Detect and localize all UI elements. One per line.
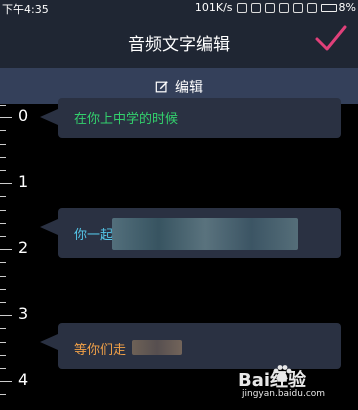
ruler-tick-minor (0, 289, 6, 290)
ruler-tick-major (0, 117, 12, 118)
battery-icon (320, 3, 337, 12)
ruler-tick-minor (0, 355, 6, 356)
ruler-tick-major (0, 381, 12, 382)
ruler-tick-minor (0, 144, 6, 145)
ruler-tick-minor (0, 170, 6, 171)
caption-text: 在你上中学的时候 (74, 112, 179, 127)
watermark-url: jingyan.baidu.com (242, 389, 326, 399)
battery-percent: 8% (338, 1, 356, 14)
ruler-tick-minor (0, 394, 6, 395)
signal-icon-2 (292, 2, 303, 13)
ruler-label: 3 (18, 304, 29, 323)
ruler-label: 0 (18, 106, 29, 125)
ruler-tick-minor (0, 276, 6, 277)
edit-button[interactable]: 编辑 (0, 77, 358, 97)
battery-indicator: 8% (320, 1, 356, 14)
status-time: 下午4:35 (2, 3, 49, 16)
ruler-tick-minor (0, 130, 6, 131)
ruler-tick-minor (0, 368, 6, 369)
ruler-tick-minor (0, 262, 6, 263)
caption-bubble[interactable]: 你一起 (40, 208, 341, 258)
ruler-tick-minor (0, 223, 6, 224)
ruler-tick-minor (0, 236, 6, 237)
charging-icon (306, 2, 317, 13)
blurred-text-mask (112, 218, 298, 250)
title-bar: 音频文字编辑 (0, 16, 358, 68)
ruler-label: 1 (18, 172, 29, 191)
baidu-jingyan-watermark: Bai经验 jingyan.baidu.com (238, 362, 352, 406)
signal-icon (278, 2, 289, 13)
caption-bubble[interactable]: 在你上中学的时候 (40, 98, 341, 138)
ruler-tick-minor (0, 157, 6, 158)
ruler-tick-minor (0, 105, 6, 106)
status-bar: 下午4:35 101K/s 8% (0, 0, 358, 16)
ruler-tick-major (0, 315, 12, 316)
network-speed: 101K/s (194, 1, 233, 14)
time-ruler: 0 1 2 3 4 (0, 104, 36, 410)
caption-text: 你一起 (74, 228, 114, 243)
confirm-check-icon[interactable] (314, 22, 348, 56)
ruler-tick-minor (0, 342, 6, 343)
status-icons: 101K/s 8% (195, 1, 356, 14)
ruler-tick-major (0, 183, 12, 184)
wifi-icon (264, 2, 275, 13)
ruler-tick-minor (0, 210, 6, 211)
ruler-label: 2 (18, 238, 29, 257)
caption-text: 等你们走 (74, 343, 127, 358)
ruler-tick-minor (0, 302, 6, 303)
edit-icon (155, 81, 168, 93)
ruler-label: 4 (18, 370, 29, 389)
ruler-tick-minor (0, 328, 6, 329)
ruler-tick-major (0, 249, 12, 250)
blurred-text-mask (132, 340, 182, 355)
alarm-icon (250, 2, 261, 13)
page-title: 音频文字编辑 (128, 35, 230, 55)
edit-label: 编辑 (175, 80, 203, 96)
ruler-tick-minor (0, 196, 6, 197)
headphone-icon (236, 2, 247, 13)
